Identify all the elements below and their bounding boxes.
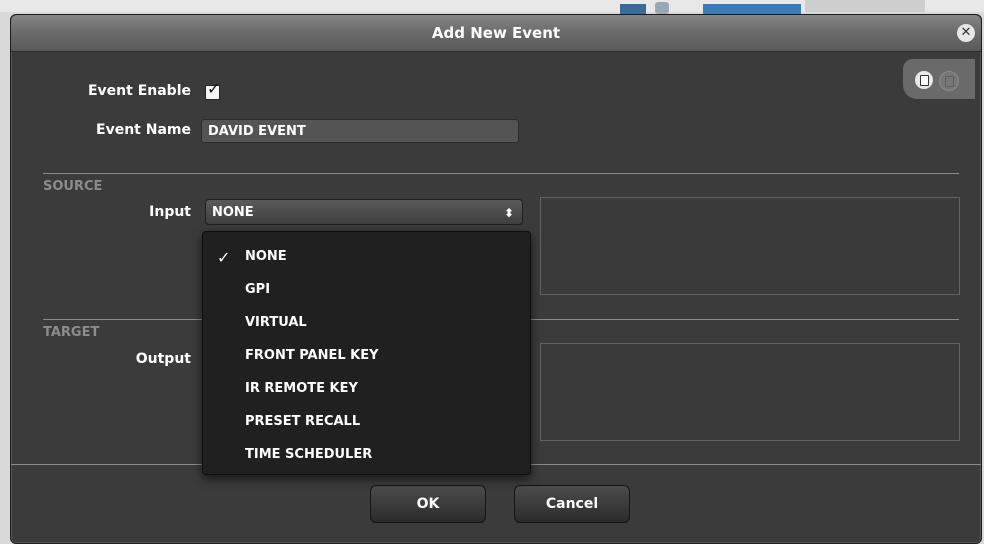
input-dropdown-menu: ✓ NONE GPI VIRTUAL FRONT PANEL KEY IR RE… bbox=[202, 231, 531, 475]
input-select[interactable]: NONE ⬍ bbox=[205, 199, 523, 225]
source-section-label: SOURCE bbox=[43, 179, 103, 194]
dialog-title: Add New Event bbox=[431, 24, 561, 42]
dropdown-option-preset-recall[interactable]: PRESET RECALL bbox=[245, 414, 360, 429]
background-panel bbox=[805, 0, 925, 12]
paste-icon[interactable] bbox=[939, 71, 959, 91]
dropdown-option-time-scheduler[interactable]: TIME SCHEDULER bbox=[245, 447, 372, 462]
dropdown-option-virtual[interactable]: VIRTUAL bbox=[245, 315, 307, 330]
output-label: Output bbox=[135, 351, 191, 367]
source-divider bbox=[43, 173, 959, 174]
ok-button[interactable]: OK bbox=[370, 485, 486, 523]
dialog-titlebar[interactable]: Add New Event ✕ bbox=[11, 15, 981, 52]
dropdown-option-gpi[interactable]: GPI bbox=[245, 282, 270, 297]
close-icon[interactable]: ✕ bbox=[957, 24, 975, 42]
background-control bbox=[620, 4, 646, 14]
target-config-panel bbox=[540, 343, 960, 441]
event-name-field[interactable]: DAVID EVENT bbox=[201, 119, 519, 143]
input-select-value: NONE bbox=[212, 205, 254, 220]
dropdown-option-front-panel-key[interactable]: FRONT PANEL KEY bbox=[245, 348, 379, 363]
event-enable-label: Event Enable bbox=[87, 83, 191, 99]
copy-icon[interactable] bbox=[915, 71, 933, 89]
clipboard-toolbar bbox=[903, 59, 975, 99]
checkmark-icon: ✓ bbox=[217, 248, 231, 267]
target-section-label: TARGET bbox=[43, 325, 100, 340]
input-label: Input bbox=[149, 204, 191, 220]
event-name-label: Event Name bbox=[96, 122, 191, 138]
dropdown-option-ir-remote-key[interactable]: IR REMOTE KEY bbox=[245, 381, 358, 396]
source-config-panel bbox=[540, 197, 960, 295]
dropdown-option-none[interactable]: NONE bbox=[245, 249, 287, 264]
cancel-button[interactable]: Cancel bbox=[514, 485, 630, 523]
updown-arrows-icon: ⬍ bbox=[503, 206, 514, 220]
event-enable-checkbox[interactable] bbox=[205, 79, 220, 100]
add-event-dialog: Add New Event ✕ Event Enable Event Name … bbox=[10, 14, 982, 544]
background-knob bbox=[655, 2, 669, 14]
background-slider bbox=[703, 4, 801, 14]
